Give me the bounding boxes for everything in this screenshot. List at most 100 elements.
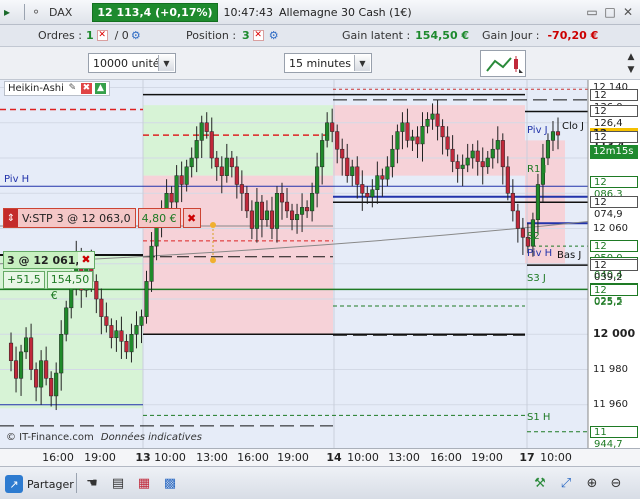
units-select[interactable]: 10000 unités ▼ xyxy=(88,53,176,73)
zone-up xyxy=(143,105,333,176)
candle-body xyxy=(8,342,14,361)
latent-label: Gain latent : xyxy=(342,29,411,42)
candle-body xyxy=(219,166,224,176)
auto-scale-icon[interactable]: ⤢ xyxy=(556,473,576,493)
chevron-up-icon[interactable]: ▲ xyxy=(624,51,638,63)
candle-body xyxy=(214,157,219,168)
cancel-orders-icon[interactable]: ✕ xyxy=(96,30,108,41)
level-tag: Piv H xyxy=(527,248,553,260)
price-axis-label: 12 000 xyxy=(593,327,636,341)
cancel-order-icon[interactable]: ✖ xyxy=(182,208,201,228)
candle-body xyxy=(410,136,415,141)
hand-icon[interactable]: ☚ xyxy=(82,473,102,493)
settings-icon[interactable]: ⚒ xyxy=(530,473,550,493)
candle-body xyxy=(124,341,129,353)
gear-icon[interactable]: ⚙ xyxy=(269,29,279,42)
candle-body xyxy=(310,193,315,212)
arrow-up-icon[interactable]: ▲ xyxy=(94,83,106,94)
link-icon[interactable]: ⚬ xyxy=(31,5,45,19)
candle-body xyxy=(174,175,179,203)
price-axis-label: 12 136,0 xyxy=(590,88,638,113)
chevron-down-icon[interactable]: ▼ xyxy=(354,55,370,71)
time-axis: 16:00 19:00 13 10:00 13:00 16:00 19:00 14 10:00 1… xyxy=(0,448,640,466)
zoom-out-icon[interactable]: ⊖ xyxy=(606,473,626,493)
candle-body xyxy=(495,140,500,150)
candle-body xyxy=(19,351,24,379)
drag-handle-icon[interactable]: ⇕ xyxy=(4,209,18,227)
candle-body xyxy=(224,157,229,176)
candle-body xyxy=(460,164,465,169)
candle-body xyxy=(139,316,144,326)
candle-body xyxy=(13,360,19,379)
day-label: Gain Jour : xyxy=(482,29,540,42)
position-label: Position : xyxy=(186,29,237,42)
watermark-brand: © IT-Finance.com xyxy=(6,432,94,443)
candle-body xyxy=(365,193,370,198)
candle-body xyxy=(179,175,184,185)
share-label: Partager xyxy=(27,477,74,491)
chevron-down-icon[interactable]: ▼ xyxy=(624,64,638,76)
maximize-icon[interactable]: □ xyxy=(602,4,618,20)
candle-body xyxy=(375,175,380,190)
minimize-icon[interactable]: ▭ xyxy=(584,4,600,20)
chevron-down-icon[interactable]: ▸ xyxy=(4,5,18,19)
stop-order-qty: 3 @ 12 063,0 xyxy=(56,211,131,225)
candle-body xyxy=(264,210,269,220)
time-axis-tick: 10:00 xyxy=(154,451,186,464)
candle-body xyxy=(184,166,189,185)
close-position-icon[interactable]: ✕ xyxy=(252,30,264,41)
candle-body xyxy=(274,193,280,229)
candle-body xyxy=(94,281,99,300)
candle-body xyxy=(149,245,154,282)
candle-body xyxy=(229,157,234,168)
stop-order[interactable]: ⇕ V:STP 3 @ 12 063,0 4,80 € ✖ xyxy=(3,207,201,229)
close-position-icon[interactable]: ✖ xyxy=(78,252,94,268)
quote-badge: 12 113,4 (+0,17%) xyxy=(92,2,218,22)
price-axis-label: 11 980 xyxy=(593,363,628,375)
price-axis-label: 12 086,3 xyxy=(590,176,638,200)
position-label[interactable]: 3 @ 12 061,4 ✖ xyxy=(3,251,95,269)
period-select[interactable]: 15 minutes ▼ xyxy=(284,53,372,73)
candle-body xyxy=(39,360,44,388)
chart-type-button[interactable] xyxy=(480,50,526,77)
symbol-label[interactable]: DAX xyxy=(49,6,72,19)
chevron-down-icon[interactable]: ▼ xyxy=(158,55,174,71)
candle-body xyxy=(119,330,124,342)
candle-body xyxy=(29,337,34,370)
candle-body xyxy=(49,378,54,397)
toolbox-icon[interactable]: ▩ xyxy=(160,473,180,493)
candle-body xyxy=(99,298,104,317)
prorealtime-window: ▸ ⚬ DAX 12 113,4 (+0,17%) 10:47:43 Allem… xyxy=(0,0,640,499)
level-tag: Piv H xyxy=(4,174,30,186)
zoom-in-icon[interactable]: ⊕ xyxy=(582,473,602,493)
candle-body xyxy=(340,148,345,159)
indicators-icon[interactable]: ▦ xyxy=(134,473,154,493)
share-button[interactable]: ↗ Partager xyxy=(5,473,74,495)
candle-body xyxy=(445,136,450,150)
time-axis-tick: 19:00 xyxy=(277,451,309,464)
open-position[interactable]: 3 @ 12 061,4 ✖ +51,5 154,50 € xyxy=(3,251,95,302)
candle-body xyxy=(305,207,310,212)
level-tag: S1 H xyxy=(527,412,551,424)
price-chart[interactable]: Heikin-Ashi ✎ ✖ ▲ 12 14012 136,012 126,4… xyxy=(0,80,640,450)
candle-body xyxy=(300,207,305,215)
close-icon[interactable]: ✕ xyxy=(620,4,636,20)
wrench-icon[interactable]: ✎ xyxy=(67,83,78,94)
delete-icon[interactable]: ✖ xyxy=(80,83,92,94)
price-axis-label: 12 074,9 xyxy=(590,196,638,220)
candle-body xyxy=(490,148,495,159)
gear-icon[interactable]: ⚙ xyxy=(131,29,141,42)
drawing-tools-icon[interactable]: ▤ xyxy=(108,473,128,493)
candle-body xyxy=(510,193,515,212)
candle-body xyxy=(395,131,400,150)
watermark: © IT-Finance.com Données indicatives xyxy=(6,432,202,443)
time-axis-tick: 10:00 xyxy=(347,451,379,464)
candle-body xyxy=(545,140,551,159)
position-qty: 3 @ 12 061,4 xyxy=(7,253,88,267)
stop-order-label[interactable]: ⇕ V:STP 3 @ 12 063,0 xyxy=(3,208,136,228)
indicator-label[interactable]: Heikin-Ashi ✎ ✖ ▲ xyxy=(4,81,110,96)
candle-body xyxy=(114,330,119,339)
candle-body xyxy=(330,122,335,132)
candle-body xyxy=(109,325,114,339)
candle-body xyxy=(405,122,410,141)
